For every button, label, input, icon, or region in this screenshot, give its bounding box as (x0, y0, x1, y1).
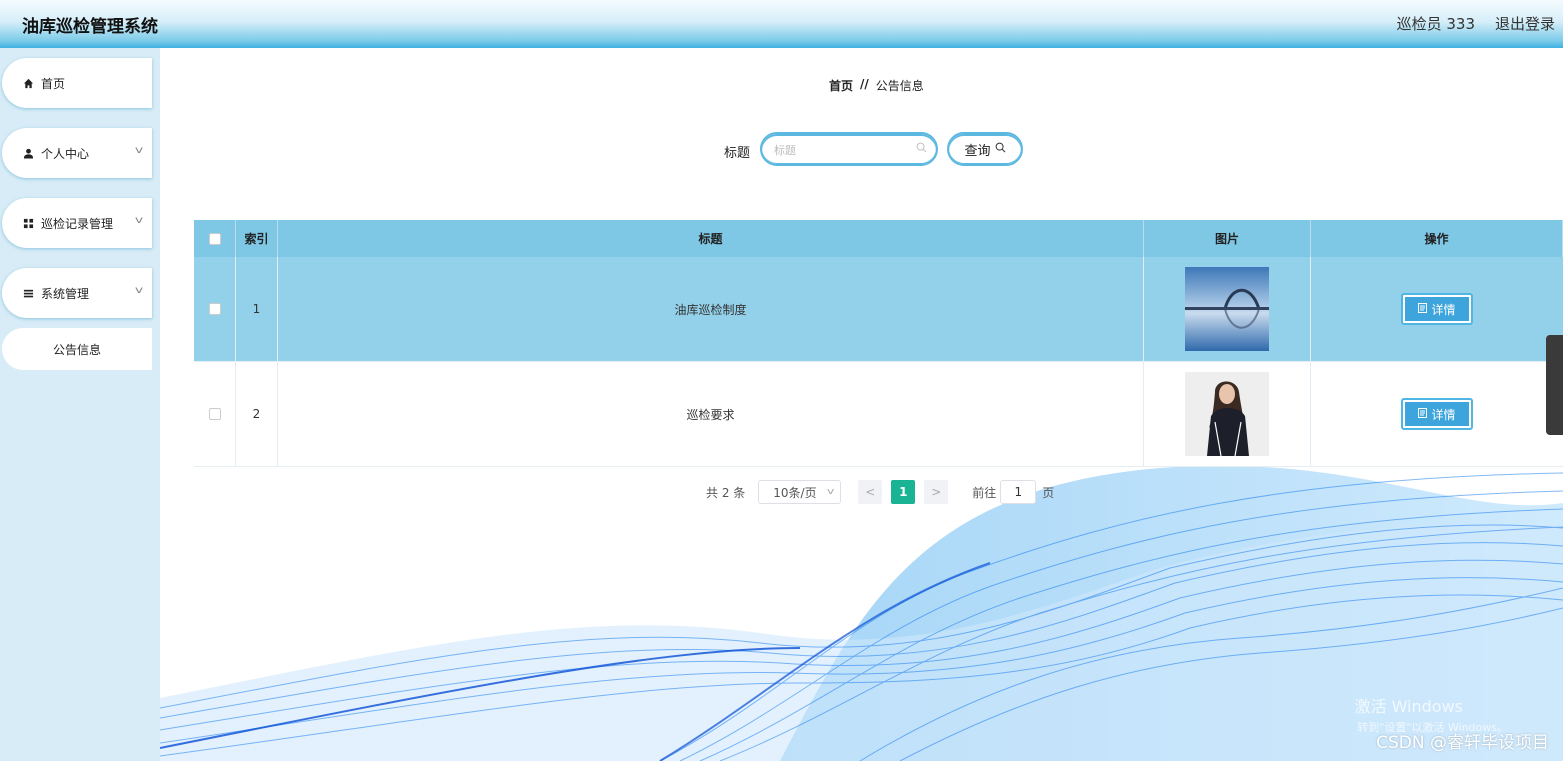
query-button-label: 查询 (964, 143, 991, 159)
row-index: 1 (236, 257, 278, 361)
sidebar-item-label: 系统管理 (41, 286, 90, 301)
sidebar-item-inspection-records[interactable]: 巡检记录管理 v (2, 198, 152, 248)
search-icon (995, 142, 1006, 157)
sidebar-item-personal-center[interactable]: 个人中心 v (2, 128, 152, 178)
search-input[interactable] (774, 141, 914, 159)
sidebar-item-home[interactable]: 首页 (2, 58, 152, 108)
search-icon (916, 142, 927, 156)
next-page-button[interactable]: > (924, 480, 949, 504)
header-title: 标题 (278, 220, 1144, 257)
grid-icon (22, 217, 35, 230)
current-user-label: 巡检员 333 (1396, 15, 1475, 33)
windows-activation-title: 激活 Windows (1354, 697, 1463, 716)
chevron-down-icon: v (134, 215, 144, 226)
breadcrumb-separator: // (860, 77, 869, 91)
detail-button-label: 详情 (1431, 302, 1456, 317)
chevron-down-icon: v (134, 145, 144, 156)
header-action: 操作 (1311, 220, 1563, 257)
table-row[interactable]: 2 巡检要求 详情 (194, 362, 1563, 467)
document-icon (1418, 302, 1428, 316)
header-index: 索引 (236, 220, 278, 257)
breadcrumb: 首页 // 公告信息 (829, 77, 924, 94)
row-checkbox[interactable] (208, 303, 221, 315)
page-number-current[interactable]: 1 (891, 480, 916, 504)
breadcrumb-current: 公告信息 (875, 79, 924, 93)
page-size-select[interactable]: 10条/页 v (758, 480, 842, 504)
row-title: 油库巡检制度 (278, 257, 1144, 361)
sidebar-item-label: 首页 (41, 76, 66, 91)
row-checkbox-cell (194, 257, 236, 361)
user-icon (22, 147, 35, 160)
side-scroll-handle[interactable] (1546, 335, 1563, 435)
chevron-down-icon: v (134, 285, 144, 296)
table-row[interactable]: 1 油库巡检制度 详情 (194, 257, 1563, 362)
sidebar: 首页 个人中心 v 巡检记录管理 v 系统管理 v 公告信息 (0, 48, 160, 761)
chevron-left-icon: < (865, 485, 876, 499)
row-image-cell (1144, 362, 1311, 466)
sidebar-item-label: 巡检记录管理 (41, 216, 114, 231)
bridge-photo[interactable] (1185, 267, 1269, 351)
chevron-right-icon: > (931, 485, 942, 499)
row-action-cell: 详情 (1311, 362, 1563, 466)
header-checkbox-cell (194, 220, 236, 257)
page-unit-label: 页 (1042, 485, 1055, 500)
detail-button[interactable]: 详情 (1401, 398, 1473, 430)
row-checkbox[interactable] (208, 408, 221, 420)
search-label: 标题 (724, 146, 751, 161)
pagination-total: 共 2 条 (706, 485, 746, 500)
select-all-checkbox[interactable] (208, 232, 221, 245)
announcement-table: 索引 标题 图片 操作 1 油库巡检制度 详情 2 巡检要求 详情 (194, 220, 1563, 467)
chevron-down-icon: v (826, 487, 835, 497)
row-title: 巡检要求 (278, 362, 1144, 466)
header-image: 图片 (1144, 220, 1311, 257)
detail-button[interactable]: 详情 (1401, 293, 1473, 325)
list-icon (22, 287, 35, 300)
detail-button-label: 详情 (1431, 407, 1456, 422)
query-button[interactable]: 查询 (947, 132, 1023, 166)
sidebar-item-label: 个人中心 (41, 146, 90, 161)
pagination: 共 2 条 10条/页 v < 1 > 前往 1 页 (706, 480, 1054, 504)
row-index: 2 (236, 362, 278, 466)
table-header: 索引 标题 图片 操作 (194, 220, 1563, 257)
sidebar-item-system-management[interactable]: 系统管理 v (2, 268, 152, 318)
home-icon (22, 77, 35, 90)
prev-page-button[interactable]: < (858, 480, 883, 504)
sidebar-subitem-announcements[interactable]: 公告信息 (2, 328, 152, 370)
breadcrumb-home[interactable]: 首页 (829, 77, 853, 94)
document-icon (1418, 407, 1428, 421)
row-checkbox-cell (194, 362, 236, 466)
top-header: 油库巡检管理系统 巡检员 333 退出登录 (0, 0, 1563, 48)
row-image-cell (1144, 257, 1311, 361)
goto-page-input[interactable]: 1 (1000, 480, 1037, 504)
row-action-cell: 详情 (1311, 257, 1563, 361)
goto-label: 前往 (972, 485, 997, 500)
main-content: 首页 // 公告信息 标题 查询 索引 标题 图片 操作 1 油库巡检制度 (160, 48, 1563, 761)
woman-photo[interactable] (1185, 372, 1269, 456)
page-size-value: 10条/页 (773, 485, 817, 500)
csdn-watermark: CSDN @睿轩毕设项目 (1376, 733, 1549, 753)
app-title: 油库巡检管理系统 (22, 17, 158, 37)
search-field[interactable] (760, 132, 938, 166)
logout-link[interactable]: 退出登录 (1495, 13, 1555, 34)
